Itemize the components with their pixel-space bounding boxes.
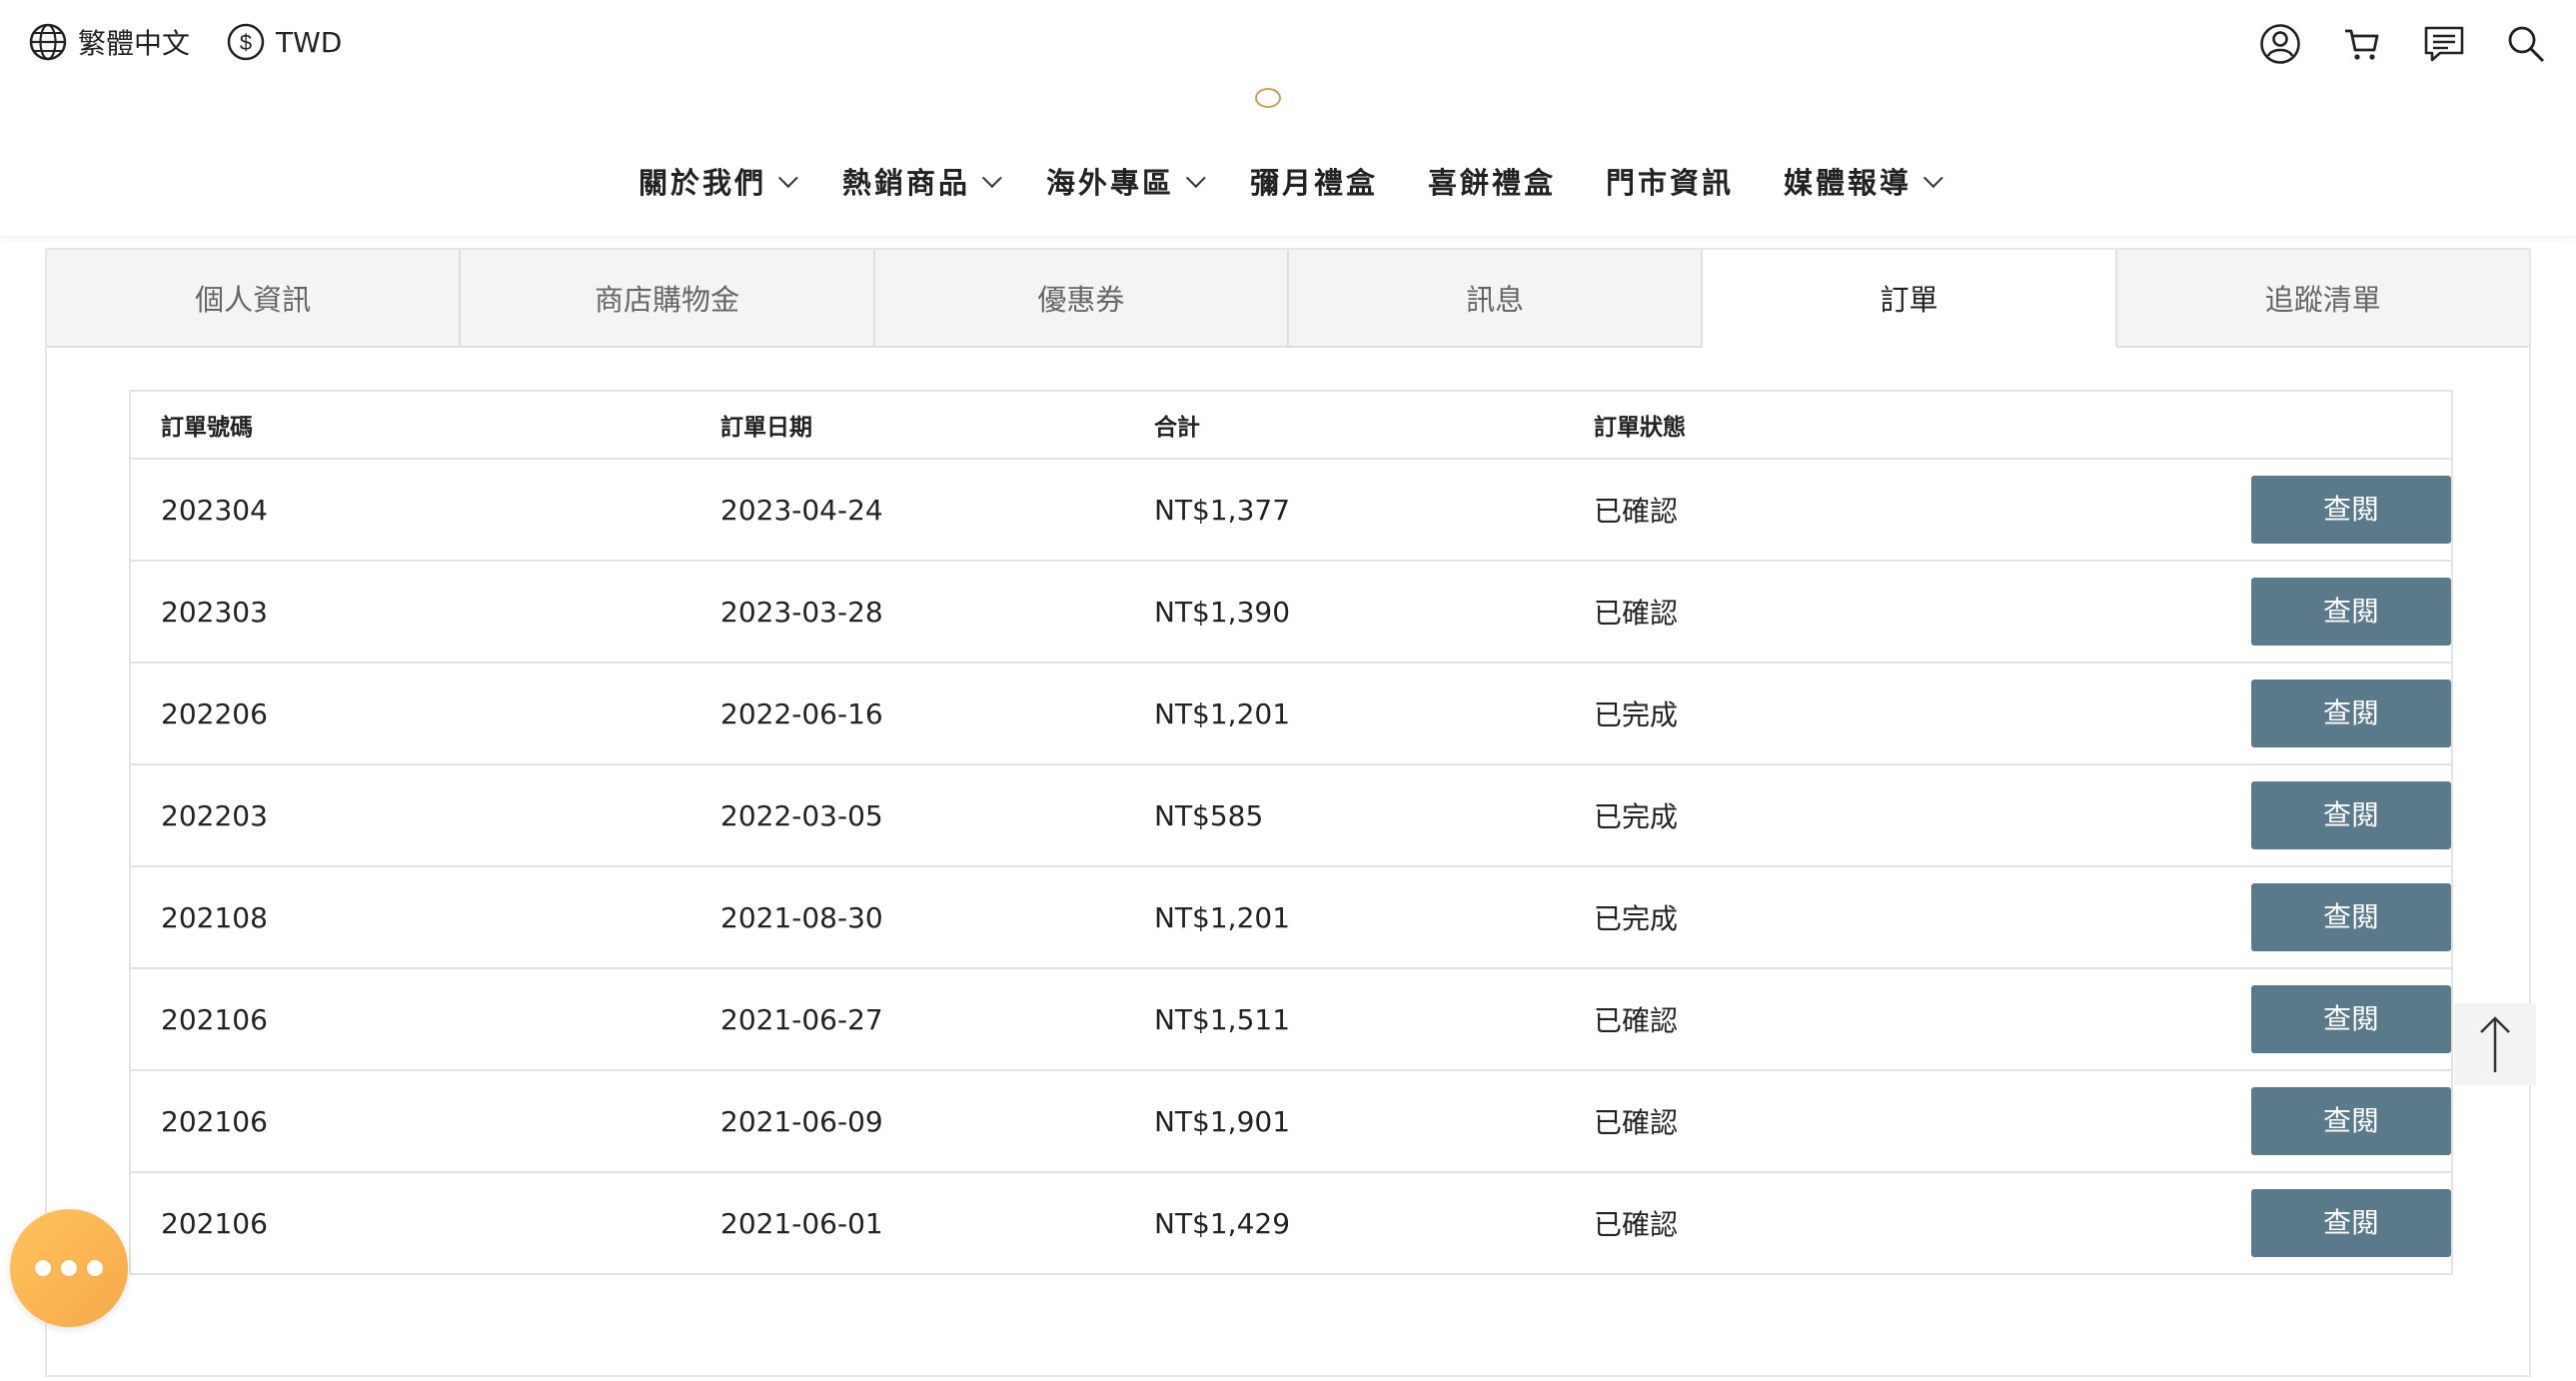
order-date: 2022-03-05 bbox=[690, 764, 1124, 867]
order-total: NT$1,390 bbox=[1124, 561, 1564, 664]
dollar-icon: $ bbox=[227, 23, 265, 61]
table-row: 202206 2022-06-16 NT$1,201 已完成 查閱 bbox=[130, 663, 2452, 765]
currency-selector[interactable]: $ TWD bbox=[226, 22, 342, 62]
tab-profile[interactable]: 個人資訊 bbox=[47, 250, 462, 348]
order-total: NT$1,901 bbox=[1124, 1070, 1564, 1173]
chat-button[interactable] bbox=[10, 1209, 128, 1327]
header-order-date: 訂單日期 bbox=[690, 391, 1124, 460]
view-order-button[interactable]: 查閱 bbox=[2251, 578, 2451, 646]
order-status: 已確認 bbox=[1564, 968, 1993, 1071]
header-icons bbox=[2258, 22, 2548, 66]
chevron-down-icon bbox=[1185, 168, 1206, 189]
search-icon[interactable] bbox=[2504, 22, 2548, 66]
order-date: 2021-06-27 bbox=[690, 968, 1124, 1071]
order-date: 2023-04-24 bbox=[690, 459, 1124, 562]
view-order-button[interactable]: 查閱 bbox=[2251, 883, 2451, 951]
tab-orders[interactable]: 訂單 bbox=[1703, 250, 2117, 348]
order-number: 202106 bbox=[161, 1003, 268, 1037]
order-number: 202108 bbox=[161, 901, 268, 935]
chat-dot-icon bbox=[35, 1260, 51, 1276]
order-total: NT$1,201 bbox=[1124, 866, 1564, 969]
header-action bbox=[1993, 391, 2452, 460]
view-order-button[interactable]: 查閱 bbox=[2251, 1189, 2451, 1257]
order-number: 202206 bbox=[161, 697, 268, 731]
nav-wedding-cake[interactable]: 喜餅禮盒 bbox=[1428, 160, 1556, 202]
view-order-button[interactable]: 查閱 bbox=[2251, 680, 2451, 747]
message-icon[interactable] bbox=[2422, 22, 2466, 66]
nav-stores[interactable]: 門市資訊 bbox=[1606, 160, 1734, 202]
chat-dot-icon bbox=[61, 1260, 77, 1276]
order-number: 202106 bbox=[161, 1105, 268, 1139]
order-date: 2023-03-28 bbox=[690, 561, 1124, 664]
view-order-button[interactable]: 查閱 bbox=[2251, 985, 2451, 1053]
order-number: 202303 bbox=[161, 596, 268, 630]
order-number: 202203 bbox=[161, 799, 268, 833]
order-status: 已確認 bbox=[1564, 561, 1993, 664]
globe-icon bbox=[29, 23, 67, 61]
tab-messages[interactable]: 訊息 bbox=[1288, 250, 1704, 348]
order-status: 已確認 bbox=[1564, 1070, 1993, 1173]
svg-text:$: $ bbox=[240, 30, 252, 55]
logo-mark bbox=[1255, 88, 1281, 108]
order-total: NT$1,429 bbox=[1154, 1206, 1291, 1240]
order-status: 已完成 bbox=[1564, 866, 1993, 969]
table-row: 202304 2023-04-24 NT$1,377 已確認 查閱 bbox=[130, 459, 2452, 562]
order-date: 2021-06-01 bbox=[720, 1206, 883, 1240]
tab-wishlist[interactable]: 追蹤清單 bbox=[2116, 250, 2529, 348]
order-number: 202106 bbox=[161, 1207, 268, 1241]
cart-icon[interactable] bbox=[2340, 22, 2384, 66]
order-total: NT$1,201 bbox=[1124, 663, 1564, 765]
chevron-down-icon bbox=[981, 168, 1002, 189]
nav-hot-products[interactable]: 熱銷商品 bbox=[842, 160, 1002, 202]
nav-baby-gift[interactable]: 彌月禮盒 bbox=[1250, 160, 1378, 202]
nav-about[interactable]: 關於我們 bbox=[639, 160, 798, 202]
arrow-up-icon bbox=[2480, 1016, 2510, 1072]
table-row: 202106 2021-06-27 NT$1,511 已確認 查閱 bbox=[130, 968, 2452, 1071]
view-order-button[interactable]: 查閱 bbox=[2251, 476, 2451, 544]
language-label: 繁體中文 bbox=[78, 27, 191, 60]
chevron-down-icon bbox=[777, 168, 798, 189]
table-row: 202106 2021-06-09 NT$1,901 已確認 查閱 bbox=[130, 1070, 2452, 1173]
chevron-down-icon bbox=[1923, 168, 1943, 189]
table-row: 202203 2022-03-05 NT$585 已完成 查閱 bbox=[130, 764, 2452, 867]
brand-logo[interactable] bbox=[1255, 88, 1281, 108]
view-order-button[interactable]: 查閱 bbox=[2251, 781, 2451, 849]
table-header-row: 訂單號碼 訂單日期 合計 訂單狀態 bbox=[130, 391, 2452, 460]
user-icon[interactable] bbox=[2258, 22, 2302, 66]
orders-table: 訂單號碼 訂單日期 合計 訂單狀態 202304 2023-04-24 NT$1… bbox=[129, 390, 2453, 1275]
chat-dot-icon bbox=[87, 1260, 103, 1276]
main-nav: 關於我們 熱銷商品 海外專區 彌月禮盒 喜餅禮盒 門市資訊 媒體報導 bbox=[0, 160, 2576, 202]
account-tabs: 個人資訊 商店購物金 優惠券 訊息 訂單 追蹤清單 bbox=[47, 250, 2529, 350]
order-status: 已完成 bbox=[1564, 663, 1993, 765]
header-order-number: 訂單號碼 bbox=[130, 391, 690, 460]
table-row: 202108 2021-08-30 NT$1,201 已完成 查閱 bbox=[130, 866, 2452, 969]
order-status: 已確認 bbox=[1564, 459, 1993, 562]
order-total: NT$1,377 bbox=[1124, 459, 1564, 562]
order-status: 已確認 bbox=[1594, 1208, 1679, 1241]
header-total: 合計 bbox=[1124, 391, 1564, 460]
order-number: 202304 bbox=[161, 494, 268, 528]
order-total: NT$1,511 bbox=[1124, 968, 1564, 1071]
order-total: NT$585 bbox=[1124, 764, 1564, 867]
header-status: 訂單狀態 bbox=[1564, 391, 1993, 460]
tab-store-credit[interactable]: 商店購物金 bbox=[461, 250, 875, 348]
currency-label: TWD bbox=[276, 25, 343, 59]
tab-coupons[interactable]: 優惠券 bbox=[874, 250, 1289, 348]
nav-media[interactable]: 媒體報導 bbox=[1784, 160, 1943, 202]
order-date: 2021-08-30 bbox=[690, 866, 1124, 969]
order-date: 2022-06-16 bbox=[690, 663, 1124, 765]
account-panel: 個人資訊 商店購物金 優惠券 訊息 訂單 追蹤清單 訂單號碼 訂單日期 合計 訂… bbox=[45, 248, 2531, 1377]
table-row: 202303 2023-03-28 NT$1,390 已確認 查閱 bbox=[130, 561, 2452, 664]
top-header: 繁體中文 $ TWD 關於我們 熱銷商品 海外專區 彌月禮盒 喜餅禮盒 門市資訊… bbox=[0, 0, 2576, 236]
order-date: 2021-06-09 bbox=[690, 1070, 1124, 1173]
nav-overseas[interactable]: 海外專區 bbox=[1046, 160, 1206, 202]
back-to-top-button[interactable] bbox=[2454, 1003, 2536, 1085]
view-order-button[interactable]: 查閱 bbox=[2251, 1087, 2451, 1155]
table-row: 202106 2021-06-01 NT$1,429 已確認 查閱 bbox=[130, 1172, 2452, 1274]
order-status: 已完成 bbox=[1564, 764, 1993, 867]
language-selector[interactable]: 繁體中文 bbox=[28, 22, 190, 62]
